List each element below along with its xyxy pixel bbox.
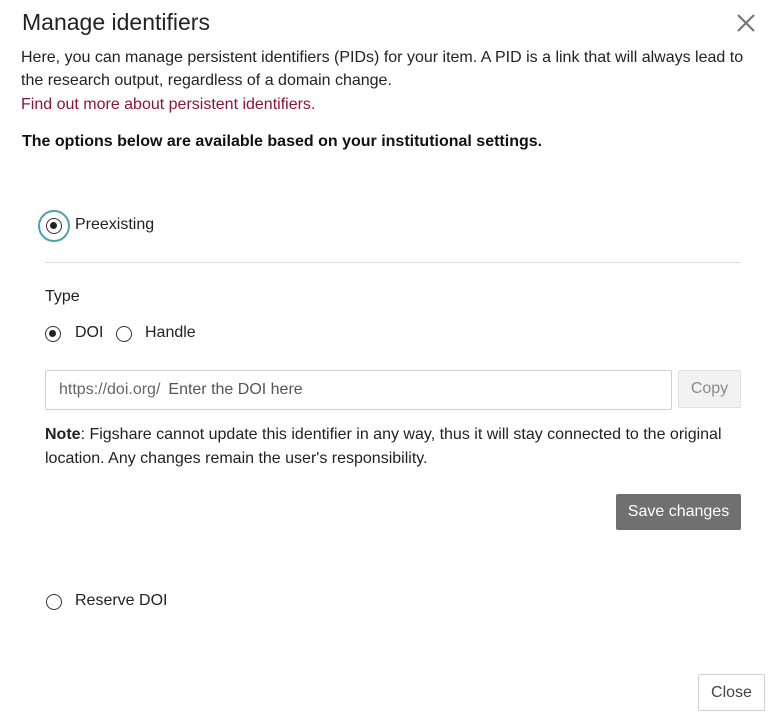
save-changes-button[interactable]: Save changes — [616, 494, 741, 530]
reserve-doi-label[interactable]: Reserve DOI — [75, 591, 167, 611]
type-label: Type — [45, 288, 80, 305]
doi-input[interactable] — [166, 380, 663, 400]
reserve-doi-radio[interactable] — [46, 594, 62, 610]
copy-button[interactable]: Copy — [678, 370, 741, 408]
note-text: Note: Figshare cannot update this identi… — [45, 423, 745, 471]
preexisting-label[interactable]: Preexisting — [75, 215, 154, 235]
doi-prefix: https://doi.org/ — [59, 381, 161, 398]
learn-more-link[interactable]: Find out more about persistent identifie… — [21, 94, 315, 116]
preexisting-radio[interactable] — [46, 218, 62, 234]
handle-label[interactable]: Handle — [145, 323, 196, 343]
note-label: Note — [45, 426, 81, 443]
doi-radio[interactable] — [45, 326, 61, 342]
institution-notice: The options below are available based on… — [22, 133, 543, 150]
doi-label[interactable]: DOI — [75, 323, 103, 343]
note-body: : Figshare cannot update this identifier… — [45, 426, 722, 467]
close-button[interactable]: Close — [698, 674, 765, 711]
doi-input-group: https://doi.org/ — [45, 370, 672, 410]
handle-radio[interactable] — [116, 326, 132, 342]
close-icon[interactable] — [733, 10, 759, 36]
divider — [45, 262, 741, 263]
dialog-title: Manage identifiers — [22, 9, 210, 35]
intro-text: Here, you can manage persistent identifi… — [21, 49, 744, 89]
